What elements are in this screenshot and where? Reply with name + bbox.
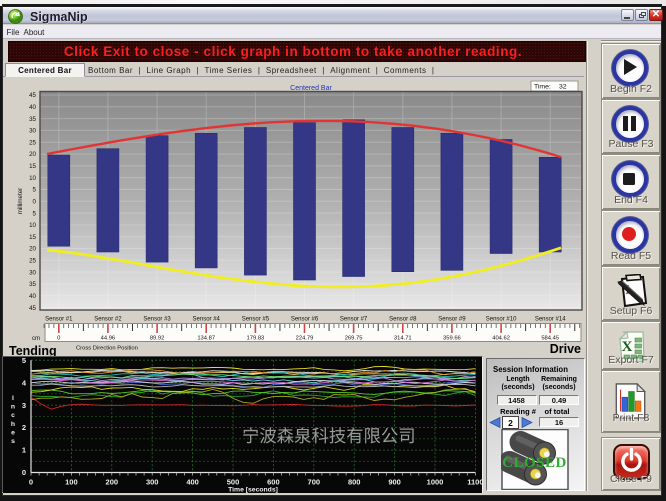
svg-text:100: 100 <box>65 478 78 487</box>
svg-text:c: c <box>11 412 15 419</box>
svg-text:300: 300 <box>146 478 159 487</box>
svg-text:0: 0 <box>33 199 37 206</box>
svg-text:Sensor #4: Sensor #4 <box>193 317 221 323</box>
svg-text:584.45: 584.45 <box>541 336 559 342</box>
svg-text:h: h <box>11 421 15 428</box>
svg-text:35: 35 <box>29 116 36 123</box>
svg-text:20: 20 <box>29 151 36 158</box>
svg-text:5: 5 <box>22 357 26 365</box>
svg-text:3: 3 <box>22 401 26 410</box>
svg-text:Cross Direction Position: Cross Direction Position <box>76 346 138 352</box>
svg-text:1100: 1100 <box>467 478 482 487</box>
svg-text:Sensor #7: Sensor #7 <box>340 317 368 323</box>
svg-text:45: 45 <box>29 92 36 99</box>
svg-text:s: s <box>11 438 15 445</box>
svg-text:millimeter: millimeter <box>17 188 24 214</box>
svg-text:X: X <box>622 339 633 355</box>
svg-text:cm: cm <box>32 336 40 342</box>
svg-text:Sensor #6: Sensor #6 <box>291 317 319 323</box>
svg-text:32: 32 <box>559 84 567 91</box>
svg-text:10: 10 <box>29 222 36 229</box>
svg-text:Time:: Time: <box>534 84 551 91</box>
svg-text:200: 200 <box>106 478 119 487</box>
svg-text:800: 800 <box>348 478 361 487</box>
svg-text:40: 40 <box>29 104 36 111</box>
svg-text:Drive: Drive <box>550 342 581 356</box>
svg-text:35: 35 <box>29 281 36 288</box>
svg-text:CLOSED: CLOSED <box>502 455 567 471</box>
svg-text:Sensor #5: Sensor #5 <box>242 317 270 323</box>
svg-text:I: I <box>12 395 14 402</box>
svg-text:Sensor #1: Sensor #1 <box>45 317 73 323</box>
svg-text:30: 30 <box>29 128 36 135</box>
svg-text:179.83: 179.83 <box>247 336 265 342</box>
svg-text:500: 500 <box>227 478 240 487</box>
svg-text:5: 5 <box>33 210 37 217</box>
svg-text:25: 25 <box>29 258 36 265</box>
svg-text:Sensor #10: Sensor #10 <box>486 317 517 323</box>
svg-text:0: 0 <box>57 336 60 342</box>
svg-text:20: 20 <box>29 246 36 253</box>
svg-text:359.66: 359.66 <box>443 336 461 342</box>
svg-text:404.62: 404.62 <box>492 336 510 342</box>
svg-text:45: 45 <box>29 305 36 312</box>
svg-text:224.79: 224.79 <box>296 336 314 342</box>
svg-text:1000: 1000 <box>427 478 444 487</box>
svg-text:900: 900 <box>388 478 401 487</box>
svg-text:400: 400 <box>186 478 199 487</box>
svg-text:Sensor #2: Sensor #2 <box>94 317 122 323</box>
svg-text:134.87: 134.87 <box>197 336 215 342</box>
svg-text:1: 1 <box>22 446 26 455</box>
svg-text:0: 0 <box>29 478 33 487</box>
svg-text:2: 2 <box>508 418 513 428</box>
svg-text:n: n <box>11 404 15 411</box>
svg-text:44.96: 44.96 <box>101 336 116 342</box>
svg-text:10: 10 <box>29 175 36 182</box>
svg-text:Sensor #14: Sensor #14 <box>535 317 566 323</box>
svg-text:15: 15 <box>29 234 36 241</box>
svg-text:25: 25 <box>29 139 36 146</box>
svg-text:Sensor #3: Sensor #3 <box>143 317 171 323</box>
svg-text:89.92: 89.92 <box>150 336 165 342</box>
svg-text:2: 2 <box>22 423 26 432</box>
svg-text:700: 700 <box>308 478 321 487</box>
svg-text:15: 15 <box>29 163 36 170</box>
svg-text:269.75: 269.75 <box>345 336 363 342</box>
svg-text:0: 0 <box>22 468 26 477</box>
svg-text:Sensor #9: Sensor #9 <box>438 317 466 323</box>
svg-text:Time [seconds]: Time [seconds] <box>228 487 278 494</box>
svg-text:Sensor #8: Sensor #8 <box>389 317 417 323</box>
svg-text:600: 600 <box>267 478 280 487</box>
svg-text:e: e <box>11 429 15 436</box>
svg-text:314.71: 314.71 <box>394 336 412 342</box>
svg-text:30: 30 <box>29 269 36 276</box>
svg-text:40: 40 <box>29 293 36 300</box>
svg-text:5: 5 <box>33 187 37 194</box>
